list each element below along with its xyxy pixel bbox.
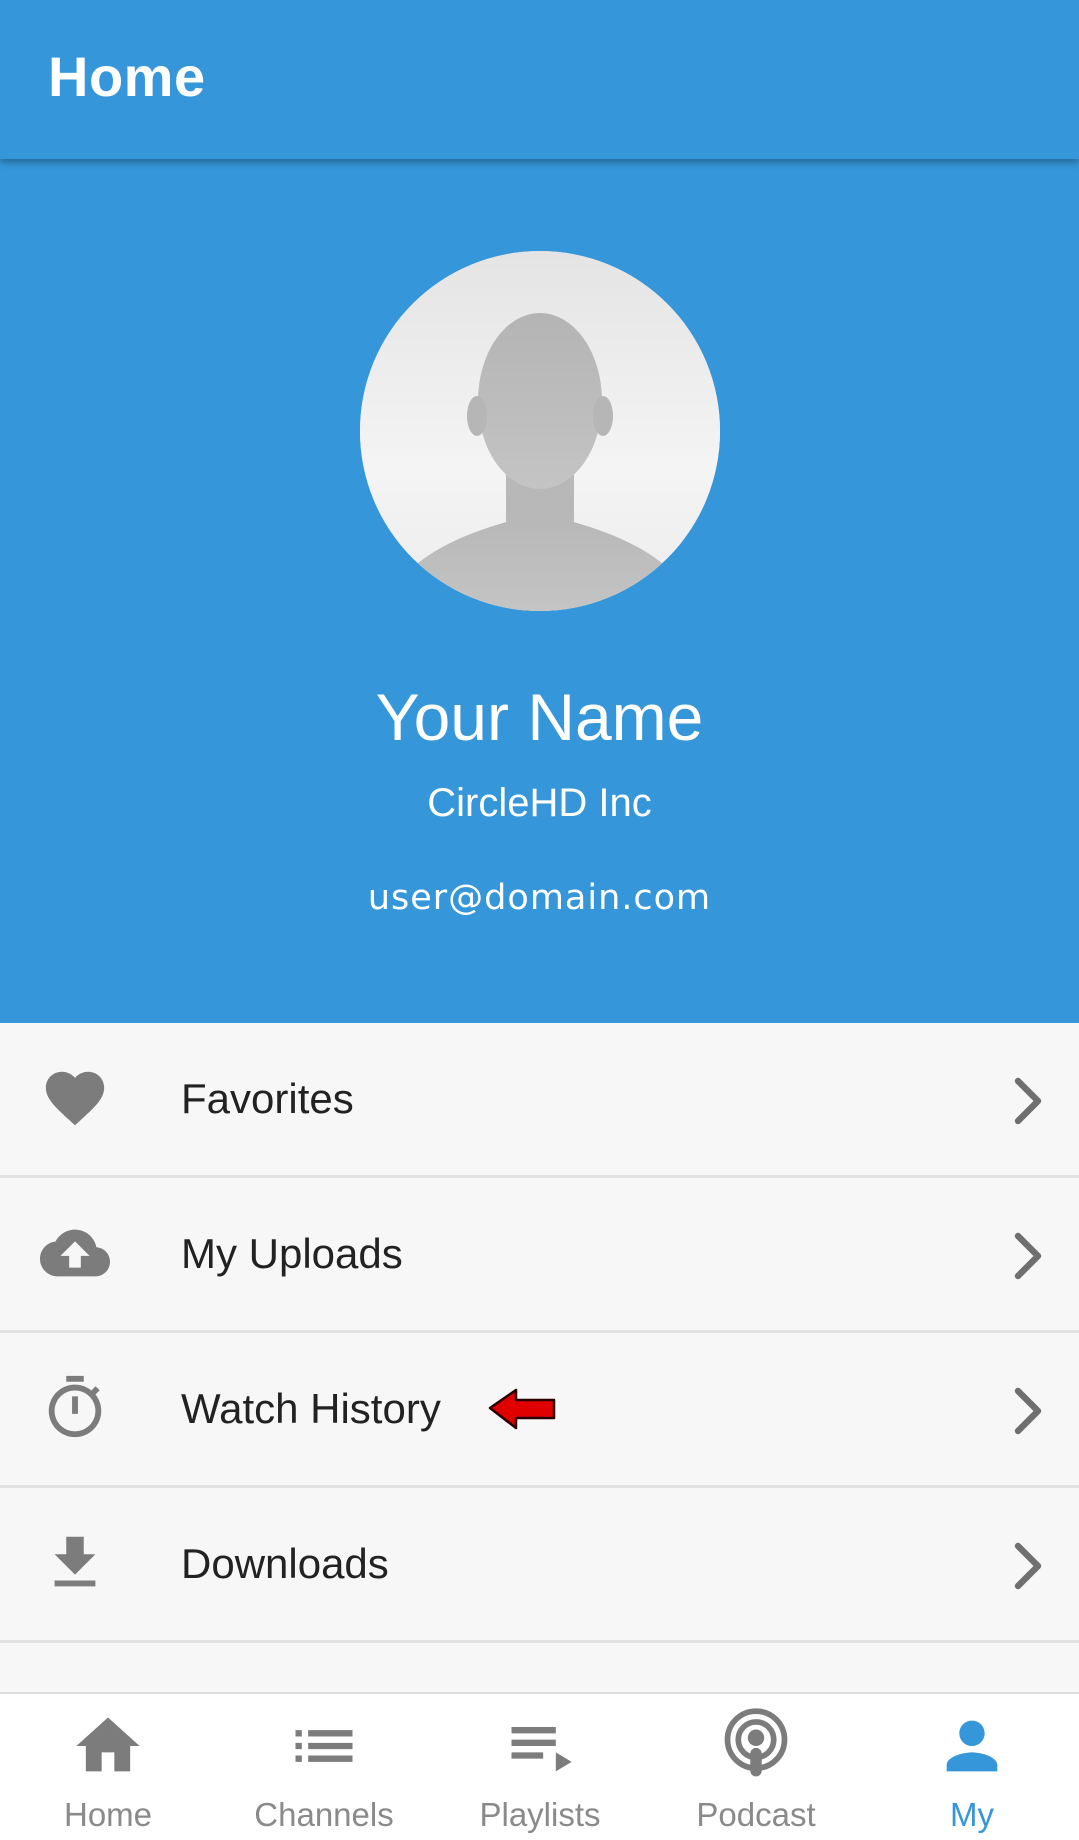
menu-item-favorites[interactable]: Favorites [0, 1023, 1079, 1178]
menu-list: Favorites My Uploads Watch History Downl… [0, 1023, 1079, 1643]
nav-tab-podcast[interactable]: Podcast [648, 1694, 864, 1840]
menu-item-label: My Uploads [181, 1230, 403, 1277]
menu-item-label: Downloads [181, 1540, 389, 1587]
nav-tab-channels[interactable]: Channels [216, 1694, 432, 1840]
list-icon [295, 1730, 353, 1762]
nav-label: My [950, 1796, 994, 1833]
page-title: Home [48, 45, 206, 108]
profile-company: CircleHD Inc [427, 781, 652, 825]
home-icon [76, 1717, 140, 1772]
nav-tab-home[interactable]: Home [0, 1694, 216, 1840]
playlist-icon [511, 1727, 572, 1772]
avatar[interactable] [360, 251, 720, 611]
bottom-navigation: Home Channels Playlists Podcast My [0, 1692, 1079, 1840]
annotation-arrow-icon [488, 1388, 556, 1430]
menu-item-label: Favorites [181, 1075, 354, 1122]
nav-label: Channels [254, 1796, 394, 1833]
nav-label: Podcast [696, 1796, 816, 1833]
menu-item-downloads[interactable]: Downloads [0, 1488, 1079, 1643]
chevron-right-icon [1014, 1232, 1042, 1280]
nav-tab-playlists[interactable]: Playlists [432, 1694, 648, 1840]
app-bar: Home [0, 0, 1079, 159]
menu-item-my-uploads[interactable]: My Uploads [0, 1178, 1079, 1333]
menu-item-watch-history[interactable]: Watch History [0, 1333, 1079, 1488]
menu-item-label: Watch History [181, 1385, 441, 1432]
download-icon [54, 1536, 96, 1587]
chevron-right-icon [1014, 1387, 1042, 1435]
nav-label: Playlists [479, 1796, 601, 1833]
heart-icon [45, 1071, 105, 1126]
avatar-silhouette-icon [360, 251, 720, 611]
profile-name: Your Name [375, 680, 704, 754]
chevron-right-icon [1014, 1542, 1042, 1590]
nav-tab-my[interactable]: My [864, 1694, 1079, 1840]
cloud-upload-icon [40, 1229, 110, 1277]
profile-email: user@domain.com [367, 878, 712, 918]
profile-header: Your Name CircleHD Inc user@domain.com [0, 159, 1079, 1023]
person-icon [946, 1720, 998, 1772]
stopwatch-icon [48, 1375, 102, 1438]
podcast-icon [724, 1708, 788, 1777]
chevron-right-icon [1014, 1077, 1042, 1125]
nav-label: Home [63, 1796, 153, 1833]
